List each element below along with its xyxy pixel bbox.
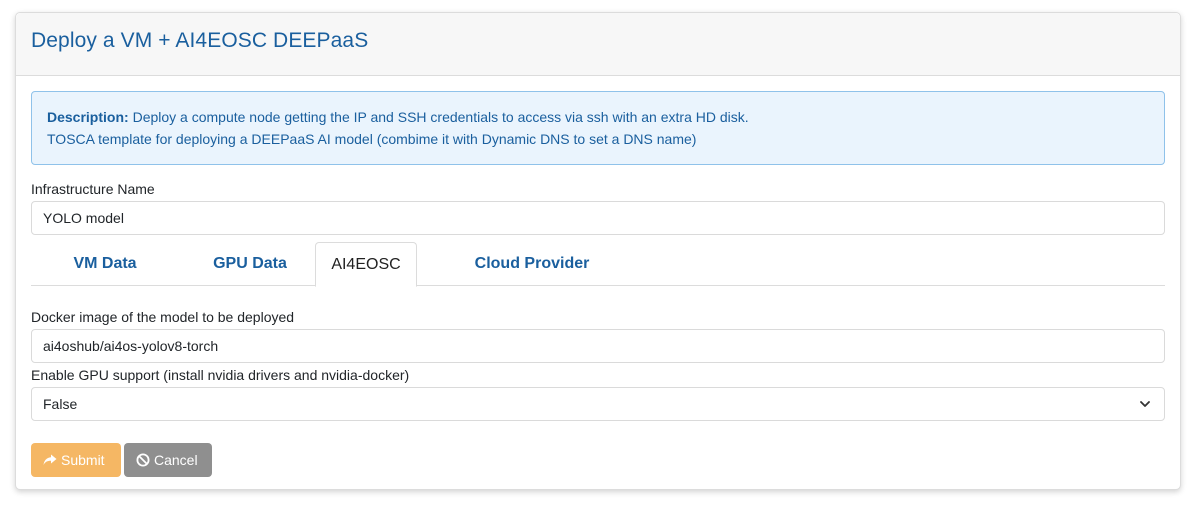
chevron-down-icon	[1140, 401, 1150, 407]
tab-ai4eosc[interactable]: AI4EOSC	[315, 242, 417, 287]
description-line-1: Deploy a compute node getting the IP and…	[128, 109, 749, 125]
ban-icon	[136, 453, 150, 467]
tab-bar: VM Data GPU Data AI4EOSC Cloud Provider	[31, 242, 1165, 287]
page-title: Deploy a VM + AI4EOSC DEEPaaS	[31, 29, 369, 52]
gpu-support-value[interactable]: False	[31, 387, 1165, 421]
description-alert: Description: Deploy a compute node getti…	[31, 91, 1165, 165]
infrastructure-name-input[interactable]: YOLO model	[31, 201, 1165, 235]
tab-vm-data[interactable]: VM Data	[59, 242, 151, 286]
cancel-button[interactable]: Cancel	[124, 443, 212, 477]
submit-button[interactable]: Submit	[31, 443, 121, 477]
submit-label: Submit	[61, 452, 105, 468]
description-label: Description:	[47, 109, 129, 125]
form-buttons: Submit Cancel	[31, 443, 1165, 477]
gpu-support-select[interactable]: False	[31, 387, 1165, 421]
docker-image-input[interactable]: ai4oshub/ai4os-yolov8-torch	[31, 329, 1165, 363]
docker-image-label: Docker image of the model to be deployed	[31, 309, 295, 325]
cancel-label: Cancel	[154, 452, 198, 468]
share-arrow-icon	[43, 454, 57, 465]
tab-cloud-provider[interactable]: Cloud Provider	[449, 242, 615, 286]
deploy-card: Deploy a VM + AI4EOSC DEEPaaS Descriptio…	[15, 12, 1181, 490]
tab-gpu-data[interactable]: GPU Data	[181, 242, 319, 286]
card-header: Deploy a VM + AI4EOSC DEEPaaS	[16, 13, 1180, 76]
infrastructure-name-label: Infrastructure Name	[31, 181, 155, 197]
card-body: Description: Deploy a compute node getti…	[16, 76, 1180, 477]
description-line-2: TOSCA template for deploying a DEEPaaS A…	[47, 131, 697, 147]
gpu-support-label: Enable GPU support (install nvidia drive…	[31, 367, 410, 383]
